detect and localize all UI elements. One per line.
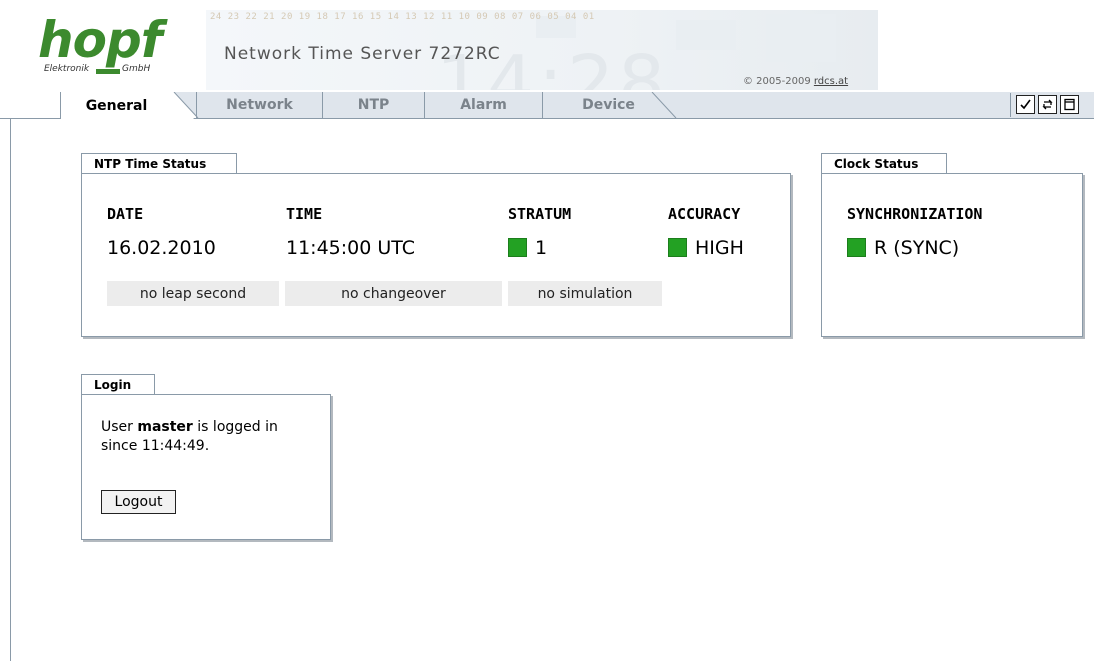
logo-bar	[96, 69, 120, 74]
date-value: 16.02.2010	[107, 237, 216, 259]
refresh-icon	[1042, 99, 1053, 110]
accuracy-text: HIGH	[695, 237, 744, 259]
logo-subtitle-left: Elektronik	[44, 64, 90, 74]
login-text-prefix: User	[101, 419, 138, 435]
page-header: hopf Elektronik GmbH 14:28 24 23 22 21 2…	[0, 0, 1094, 92]
login-info: User master is logged in since 11:44:49.	[101, 418, 321, 456]
login-panel-title: Login	[81, 374, 155, 395]
login-username: master	[137, 419, 193, 435]
stratum-value: 1	[508, 237, 547, 259]
synchronization-label: SYNCHRONIZATION	[847, 205, 983, 223]
status-ok-icon	[508, 238, 527, 257]
tab-ntp-label: NTP	[357, 97, 390, 113]
login-panel	[81, 394, 331, 540]
checkmark-icon	[1020, 99, 1031, 110]
logout-button[interactable]: Logout	[101, 490, 176, 514]
tab-network-label: Network	[226, 97, 293, 113]
clock-status-panel-title: Clock Status	[821, 153, 947, 174]
time-value: 11:45:00 UTC	[286, 237, 416, 259]
stratum-number: 1	[535, 237, 548, 259]
leap-second-status: no leap second	[107, 281, 279, 306]
tab-edge	[651, 92, 677, 119]
hopf-logo: hopf Elektronik GmbH	[38, 14, 178, 80]
tab-general-label: General	[85, 97, 148, 114]
hour-scale: 24 23 22 21 20 19 18 17 16 15 14 13 12 1…	[210, 12, 595, 22]
tab-device-label: Device	[582, 97, 635, 113]
tab-alarm-label: Alarm	[460, 97, 507, 113]
window-button[interactable]	[1060, 95, 1079, 114]
toolbar	[1010, 93, 1094, 117]
date-label: DATE	[107, 205, 144, 223]
logo-subtitle-right: GmbH	[122, 64, 151, 74]
login-text-mid: is logged in	[192, 419, 278, 435]
status-ok-icon	[668, 238, 687, 257]
changeover-status: no changeover	[285, 281, 502, 306]
banner-decoration	[766, 14, 836, 62]
copyright-notice: © 2005-2009 rdcs.at	[743, 76, 848, 87]
tab-ntp[interactable]: NTP	[322, 92, 424, 118]
stratum-label: STRATUM	[508, 205, 572, 223]
tab-bar: General Network NTP Alarm Device	[0, 92, 1094, 119]
tab-network[interactable]: Network	[196, 92, 322, 118]
window-icon	[1064, 98, 1075, 111]
copyright-link[interactable]: rdcs.at	[814, 76, 848, 87]
synchronization-value: R (SYNC)	[847, 237, 959, 259]
refresh-button[interactable]	[1038, 95, 1057, 114]
accuracy-label: ACCURACY	[668, 205, 741, 223]
time-label: TIME	[286, 205, 323, 223]
banner-decoration	[676, 20, 736, 50]
tab-alarm[interactable]: Alarm	[424, 92, 542, 118]
tab-bar-spacer	[0, 92, 60, 119]
header-banner: 14:28 24 23 22 21 20 19 18 17 16 15 14 1…	[206, 10, 878, 90]
apply-button[interactable]	[1016, 95, 1035, 114]
login-since: since 11:44:49.	[101, 438, 210, 454]
simulation-status: no simulation	[508, 281, 662, 306]
product-title: Network Time Server 7272RC	[224, 44, 501, 64]
status-ok-icon	[847, 238, 866, 257]
ntp-status-panel-title: NTP Time Status	[81, 153, 237, 174]
copyright-text: © 2005-2009	[743, 76, 814, 87]
logo-wordmark: hopf	[38, 11, 162, 69]
sync-text: R (SYNC)	[874, 237, 960, 259]
accuracy-value: HIGH	[668, 237, 744, 259]
